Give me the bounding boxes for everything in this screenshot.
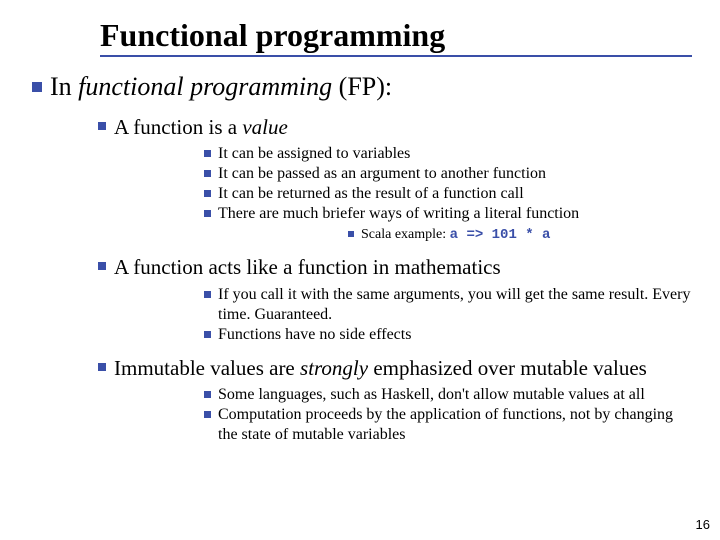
list-item: Some languages, such as Haskell, don't a… xyxy=(204,385,692,405)
body-list: In functional programming (FP): A functi… xyxy=(32,71,692,445)
list-item: It can be passed as an argument to anoth… xyxy=(204,164,692,184)
text: Immutable values are xyxy=(114,356,300,380)
text-em: strongly xyxy=(300,356,368,380)
title-underline xyxy=(100,55,692,57)
text: emphasized over mutable values xyxy=(368,356,647,380)
text: Scala example: xyxy=(361,227,450,242)
text: In xyxy=(50,72,78,101)
point-fp: In functional programming (FP): A functi… xyxy=(32,71,692,445)
text: (FP): xyxy=(332,72,392,101)
point-immutable: Immutable values are strongly emphasized… xyxy=(98,355,692,445)
slide-title: Functional programming xyxy=(100,18,692,53)
text-em: value xyxy=(242,115,287,139)
text: There are much briefer ways of writing a… xyxy=(218,205,579,222)
text: A function is a xyxy=(114,115,242,139)
list-item: There are much briefer ways of writing a… xyxy=(204,204,692,245)
point-math-function: A function acts like a function in mathe… xyxy=(98,254,692,344)
code-snippet: a => 101 * a xyxy=(450,227,551,243)
page-number: 16 xyxy=(696,517,710,532)
text-em: functional programming xyxy=(78,72,332,101)
list-item: It can be assigned to variables xyxy=(204,144,692,164)
list-item: If you call it with the same arguments, … xyxy=(204,285,692,325)
list-item: It can be returned as the result of a fu… xyxy=(204,184,692,204)
text: A function acts like a function in mathe… xyxy=(114,255,501,279)
list-item: Computation proceeds by the application … xyxy=(204,405,692,445)
list-item-scala: Scala example: a => 101 * a xyxy=(348,226,692,245)
list-item: Functions have no side effects xyxy=(204,325,692,345)
point-function-value: A function is a value It can be assigned… xyxy=(98,114,692,245)
slide: Functional programming In functional pro… xyxy=(0,0,720,540)
title-block: Functional programming xyxy=(100,18,692,57)
